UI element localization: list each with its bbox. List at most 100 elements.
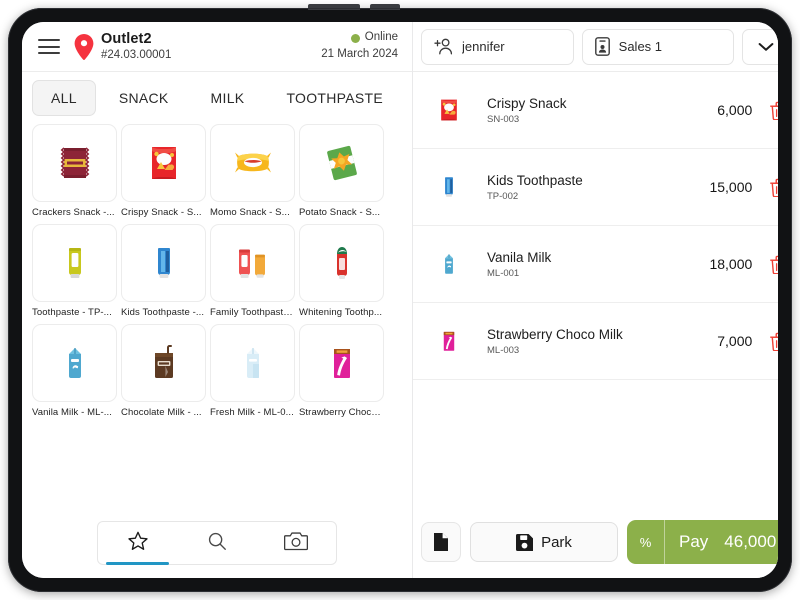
outlet-identity: Outlet2 #24.03.00001 <box>101 31 171 62</box>
pay-group: % Pay 46,000 <box>627 520 778 564</box>
star-icon <box>127 530 149 557</box>
more-options-button[interactable] <box>742 28 778 65</box>
product-card[interactable]: Crispy Snack - S... <box>121 124 206 218</box>
product-card[interactable]: Strawberry Choco ... <box>299 324 384 418</box>
category-tab-all[interactable]: ALL <box>32 80 96 116</box>
product-card[interactable]: Fresh Milk - ML-0... <box>210 324 295 418</box>
potato-snack-icon <box>299 124 384 202</box>
cart-item-row[interactable]: Kids Toothpaste TP-002 15,000 <box>413 149 778 226</box>
cart-item-price: 18,000 <box>709 256 753 272</box>
cart-item-row[interactable]: Crispy Snack SN-003 6,000 <box>413 72 778 149</box>
outlet-code: #24.03.00001 <box>101 48 172 61</box>
kids-toothpaste-icon <box>429 172 469 202</box>
vanila-milk-icon <box>32 324 117 402</box>
note-button[interactable] <box>421 522 461 562</box>
crispy-snack-icon <box>429 95 469 125</box>
id-card-icon <box>594 37 610 56</box>
product-label: Crispy Snack - S... <box>121 207 202 218</box>
crackers-snack-icon <box>32 124 117 202</box>
cart-item-sku: ML-001 <box>487 267 520 279</box>
cart-header: jennifer Sales 1 <box>413 22 778 72</box>
pay-total: 46,000 <box>724 532 777 551</box>
hamburger-menu-icon[interactable] <box>38 39 60 54</box>
category-tab-snack[interactable]: SNACK <box>100 80 188 116</box>
bottom-tab-star[interactable] <box>98 522 177 565</box>
delete-item-icon[interactable] <box>768 101 778 120</box>
cart-item-sku: ML-003 <box>487 344 520 356</box>
product-card[interactable]: Chocolate Milk - ... <box>121 324 206 418</box>
map-pin-icon <box>74 33 94 60</box>
add-person-icon <box>434 38 453 55</box>
product-label: Strawberry Choco ... <box>299 407 384 418</box>
cart-item-name: Kids Toothpaste <box>487 172 583 188</box>
delete-item-icon[interactable] <box>768 255 778 274</box>
cart-item-price: 7,000 <box>717 333 753 349</box>
product-card[interactable]: Vanila Milk - ML-... <box>32 324 117 418</box>
cart-item-info: Vanila Milk ML-001 <box>487 250 709 279</box>
chevron-down-icon <box>758 42 774 51</box>
tablet-frame: Outlet2 #24.03.00001 Online 21 March 202… <box>8 4 792 592</box>
cart-panel: jennifer Sales 1 Crispy Snack SN-003 6,0… <box>413 22 778 578</box>
cart-item-price: 15,000 <box>709 179 753 195</box>
product-label: Kids Toothpaste -... <box>121 307 205 318</box>
product-label: Potato Snack - S... <box>299 207 381 218</box>
bottom-tab-search[interactable] <box>177 522 256 564</box>
delete-item-icon[interactable] <box>768 332 778 351</box>
delete-item-icon[interactable] <box>768 178 778 197</box>
product-card[interactable]: Toothpaste - TP-... <box>32 224 117 318</box>
outlet-status-block: Online 21 March 2024 <box>321 31 398 62</box>
strawberry-choco-milk-icon <box>299 324 384 402</box>
cart-item-sku: SN-003 <box>487 113 520 125</box>
product-label: Momo Snack - S... <box>210 207 290 218</box>
fresh-milk-icon <box>210 324 295 402</box>
document-icon <box>434 533 448 551</box>
momo-snack-icon <box>210 124 295 202</box>
product-grid-area[interactable]: Crackers Snack -... Crispy Snack - S... … <box>22 124 412 508</box>
camera-icon <box>284 530 309 557</box>
product-label: Crackers Snack -... <box>32 207 115 218</box>
cart-item-name: Vanila Milk <box>487 249 552 265</box>
sales-name: Sales 1 <box>618 39 663 54</box>
park-button[interactable]: Park <box>470 522 618 562</box>
product-card[interactable]: Potato Snack - S... <box>299 124 384 218</box>
volume-button[interactable] <box>308 4 360 10</box>
cart-item-list: Crispy Snack SN-003 6,000 Kids Toothpaste T… <box>413 72 778 506</box>
family-toothpaste-icon <box>210 224 295 302</box>
product-label: Toothpaste - TP-... <box>32 307 112 318</box>
discount-label: % <box>639 534 652 550</box>
product-card[interactable]: Kids Toothpaste -... <box>121 224 206 318</box>
cart-item-price: 6,000 <box>717 102 753 118</box>
product-card[interactable]: Whitening Toothp... <box>299 224 384 318</box>
category-tab-toothpaste[interactable]: TOOTHPASTE <box>267 80 402 116</box>
power-button[interactable] <box>370 4 400 10</box>
sales-select[interactable]: Sales 1 <box>581 28 735 65</box>
cart-item-info: Strawberry Choco Milk ML-003 <box>487 327 717 356</box>
cart-action-bar: Park % Pay 46,000 <box>413 506 778 578</box>
product-card[interactable]: Family Toothpaste... <box>210 224 295 318</box>
current-date: 21 March 2024 <box>321 48 398 60</box>
tablet-screen: Outlet2 #24.03.00001 Online 21 March 202… <box>22 22 778 578</box>
kids-toothpaste-icon <box>121 224 206 302</box>
crispy-snack-icon <box>121 124 206 202</box>
bottom-tab-camera[interactable] <box>257 522 336 564</box>
cart-item-name: Crispy Snack <box>487 95 567 111</box>
whitening-toothpaste-icon <box>299 224 384 302</box>
product-label: Whitening Toothp... <box>299 307 383 318</box>
toothpaste-icon <box>32 224 117 302</box>
product-grid: Crackers Snack -... Crispy Snack - S... … <box>32 124 412 418</box>
product-card[interactable]: Crackers Snack -... <box>32 124 117 218</box>
outlet-name: Outlet2 <box>101 31 152 48</box>
outlet-header: Outlet2 #24.03.00001 Online 21 March 202… <box>22 22 412 72</box>
cart-item-row[interactable]: Strawberry Choco Milk ML-003 7,000 <box>413 303 778 380</box>
status-badge: Online <box>350 31 398 45</box>
pay-button[interactable]: Pay 46,000 <box>665 520 778 564</box>
customer-select[interactable]: jennifer <box>421 28 574 65</box>
search-icon <box>206 530 228 557</box>
strawberry-choco-milk-icon <box>429 326 469 356</box>
cart-item-name: Strawberry Choco Milk <box>487 326 623 342</box>
product-card[interactable]: Momo Snack - S... <box>210 124 295 218</box>
discount-button[interactable]: % <box>627 520 665 564</box>
cart-item-row[interactable]: Vanila Milk ML-001 18,000 <box>413 226 778 303</box>
cart-item-sku: TP-002 <box>487 190 519 202</box>
category-tab-milk[interactable]: MILK <box>192 80 264 116</box>
